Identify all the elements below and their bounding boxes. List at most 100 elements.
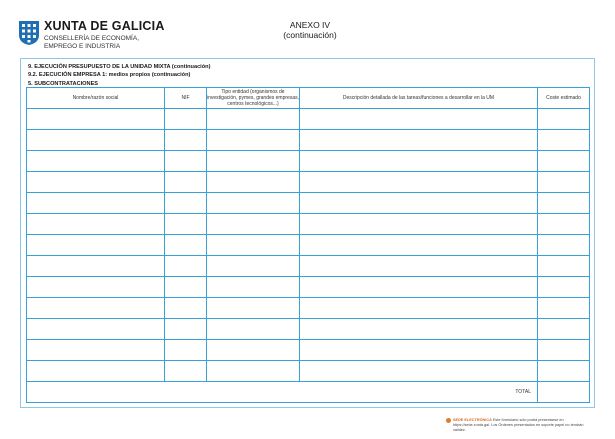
- table-row: [26, 276, 590, 298]
- name-cell[interactable]: [26, 192, 165, 214]
- col-header-name: Nombre/razón social: [26, 87, 165, 109]
- nif-cell[interactable]: [164, 297, 207, 319]
- entity-type-cell[interactable]: [206, 339, 300, 361]
- total-cost-cell[interactable]: [537, 381, 590, 403]
- cost-cell[interactable]: [537, 129, 590, 151]
- entity-type-cell[interactable]: [206, 150, 300, 172]
- nif-cell[interactable]: [164, 171, 207, 193]
- annex-title: ANEXO IV (continuación): [230, 20, 390, 40]
- name-cell[interactable]: [26, 150, 165, 172]
- name-cell[interactable]: [26, 129, 165, 151]
- table-row: [26, 150, 590, 172]
- nif-cell[interactable]: [164, 150, 207, 172]
- col-header-description: Descripción detallada de las tareas/func…: [299, 87, 538, 109]
- description-cell[interactable]: [299, 297, 538, 319]
- sede-icon: [446, 418, 451, 423]
- nif-cell[interactable]: [164, 318, 207, 340]
- description-cell[interactable]: [299, 192, 538, 214]
- nif-cell[interactable]: [164, 360, 207, 382]
- col-header-cost: Coste estimado: [537, 87, 590, 109]
- nif-cell[interactable]: [164, 276, 207, 298]
- description-cell[interactable]: [299, 150, 538, 172]
- annex-line-1: ANEXO IV: [289, 20, 331, 30]
- table-header-row: Nombre/razón social NIF Tipo entidad (or…: [26, 87, 590, 109]
- name-cell[interactable]: [26, 255, 165, 277]
- total-row: TOTAL: [26, 381, 590, 403]
- description-cell[interactable]: [299, 276, 538, 298]
- table-row: [26, 318, 590, 340]
- total-label: TOTAL: [26, 381, 538, 403]
- entity-type-cell[interactable]: [206, 171, 300, 193]
- cost-cell[interactable]: [537, 318, 590, 340]
- description-cell[interactable]: [299, 318, 538, 340]
- cost-cell[interactable]: [537, 339, 590, 361]
- entity-type-cell[interactable]: [206, 297, 300, 319]
- nif-cell[interactable]: [164, 339, 207, 361]
- org-sub-line-2: EMPREGO E INDUSTRIA: [44, 43, 121, 50]
- section-9-2-heading: 9.2. EJECUCIÓN EMPRESA 1: medios propios…: [28, 72, 191, 79]
- col-header-entity-type: Tipo entidad (organismos de investigació…: [206, 87, 300, 109]
- entity-type-cell[interactable]: [206, 129, 300, 151]
- name-cell[interactable]: [26, 297, 165, 319]
- xunta-shield-icon: [19, 21, 39, 45]
- cost-cell[interactable]: [537, 171, 590, 193]
- table-row: [26, 192, 590, 214]
- description-cell[interactable]: [299, 129, 538, 151]
- table-row: [26, 213, 590, 235]
- description-cell[interactable]: [299, 360, 538, 382]
- table-row: [26, 360, 590, 382]
- description-cell[interactable]: [299, 234, 538, 256]
- section-9-heading: 9. EJECUCIÓN PRESUPUESTO DE LA UNIDAD MI…: [28, 64, 211, 70]
- annex-line-2: (continuación): [283, 30, 337, 40]
- table-row: [26, 339, 590, 361]
- org-name: XUNTA DE GALICIA: [44, 19, 165, 33]
- table-row: [26, 171, 590, 193]
- cost-cell[interactable]: [537, 297, 590, 319]
- entity-type-cell[interactable]: [206, 192, 300, 214]
- name-cell[interactable]: [26, 234, 165, 256]
- nif-cell[interactable]: [164, 108, 207, 130]
- entity-type-cell[interactable]: [206, 318, 300, 340]
- name-cell[interactable]: [26, 318, 165, 340]
- subcontracting-table: Nombre/razón social NIF Tipo entidad (or…: [26, 87, 590, 403]
- footer-note: SEDE ELECTRÓNICA Este formulario sólo po…: [446, 418, 593, 433]
- table-row: [26, 297, 590, 319]
- entity-type-cell[interactable]: [206, 360, 300, 382]
- description-cell[interactable]: [299, 171, 538, 193]
- cost-cell[interactable]: [537, 213, 590, 235]
- name-cell[interactable]: [26, 276, 165, 298]
- cost-cell[interactable]: [537, 276, 590, 298]
- name-cell[interactable]: [26, 171, 165, 193]
- description-cell[interactable]: [299, 213, 538, 235]
- nif-cell[interactable]: [164, 234, 207, 256]
- nif-cell[interactable]: [164, 255, 207, 277]
- cost-cell[interactable]: [537, 150, 590, 172]
- nif-cell[interactable]: [164, 213, 207, 235]
- table-row: [26, 129, 590, 151]
- nif-cell[interactable]: [164, 129, 207, 151]
- description-cell[interactable]: [299, 108, 538, 130]
- org-subtitle: CONSELLERÍA DE ECONOMÍA, EMPREGO E INDUS…: [44, 35, 139, 51]
- cost-cell[interactable]: [537, 255, 590, 277]
- entity-type-cell[interactable]: [206, 234, 300, 256]
- description-cell[interactable]: [299, 255, 538, 277]
- nif-cell[interactable]: [164, 192, 207, 214]
- table-row: [26, 108, 590, 130]
- cost-cell[interactable]: [537, 192, 590, 214]
- entity-type-cell[interactable]: [206, 276, 300, 298]
- name-cell[interactable]: [26, 213, 165, 235]
- cost-cell[interactable]: [537, 108, 590, 130]
- cost-cell[interactable]: [537, 234, 590, 256]
- name-cell[interactable]: [26, 339, 165, 361]
- name-cell[interactable]: [26, 108, 165, 130]
- entity-type-cell[interactable]: [206, 108, 300, 130]
- name-cell[interactable]: [26, 360, 165, 382]
- col-header-nif: NIF: [164, 87, 207, 109]
- footer-brand: SEDE ELECTRÓNICA: [453, 418, 492, 422]
- table-row: [26, 234, 590, 256]
- entity-type-cell[interactable]: [206, 255, 300, 277]
- org-sub-line-1: CONSELLERÍA DE ECONOMÍA,: [44, 35, 139, 42]
- description-cell[interactable]: [299, 339, 538, 361]
- entity-type-cell[interactable]: [206, 213, 300, 235]
- cost-cell[interactable]: [537, 360, 590, 382]
